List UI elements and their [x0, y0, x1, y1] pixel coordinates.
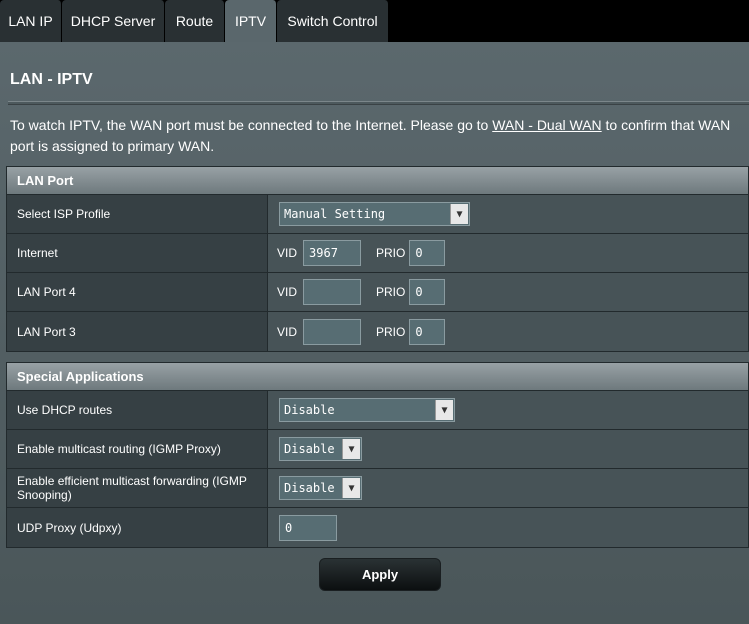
- page-description: To watch IPTV, the WAN port must be conn…: [10, 115, 740, 157]
- igmp-snooping-select[interactable]: Disable ▼: [279, 476, 362, 500]
- isp-profile-value: Manual Setting: [284, 207, 386, 221]
- vid-label: VID: [277, 285, 298, 299]
- igmp-proxy-cell: Disable ▼: [268, 430, 748, 468]
- igmp-snooping-value: Disable: [284, 481, 335, 495]
- internet-prio-input[interactable]: 0: [409, 240, 446, 266]
- lan-port-table: LAN Port Select ISP Profile Manual Setti…: [6, 166, 749, 352]
- wan-dual-wan-link[interactable]: WAN - Dual WAN: [492, 117, 601, 133]
- vid-label: VID: [277, 324, 298, 339]
- igmp-snooping-cell: Disable ▼: [268, 469, 748, 507]
- lan-port-4-label: LAN Port 4: [7, 273, 268, 311]
- content-area: LAN - IPTV To watch IPTV, the WAN port m…: [0, 42, 749, 624]
- tab-iptv[interactable]: IPTV: [225, 0, 277, 42]
- prio-label: PRIO: [376, 246, 406, 260]
- table-row: Use DHCP routes Disable ▼: [7, 391, 748, 430]
- internet-cell: VID 3967 PRIO 0: [268, 234, 748, 272]
- tab-label: IPTV: [234, 13, 267, 29]
- table-row: Enable efficient multicast forwarding (I…: [7, 469, 748, 508]
- tab-route[interactable]: Route: [165, 0, 225, 42]
- tab-label: LAN IP: [8, 13, 53, 29]
- lan-port-3-label: LAN Port 3: [7, 312, 268, 351]
- dhcp-routes-label: Use DHCP routes: [7, 391, 268, 429]
- udpxy-cell: 0: [268, 508, 748, 547]
- tab-lan-ip[interactable]: LAN IP: [0, 0, 62, 42]
- chevron-down-icon: ▼: [450, 204, 468, 224]
- special-applications-header: Special Applications: [7, 363, 748, 391]
- isp-profile-label: Select ISP Profile: [7, 195, 268, 233]
- tab-label: DHCP Server: [70, 13, 156, 29]
- tab-dhcp-server[interactable]: DHCP Server: [62, 0, 165, 42]
- title-divider: [8, 101, 749, 105]
- prio-label: PRIO: [376, 285, 406, 299]
- isp-profile-cell: Manual Setting ▼: [268, 195, 748, 233]
- igmp-snooping-label: Enable efficient multicast forwarding (I…: [7, 469, 268, 507]
- special-applications-table: Special Applications Use DHCP routes Dis…: [6, 362, 749, 548]
- table-row: Enable multicast routing (IGMP Proxy) Di…: [7, 430, 748, 469]
- tab-label: Route: [175, 13, 214, 29]
- apply-button[interactable]: Apply: [319, 558, 441, 591]
- table-row: Select ISP Profile Manual Setting ▼: [7, 195, 748, 234]
- dhcp-routes-cell: Disable ▼: [268, 391, 748, 429]
- dhcp-routes-value: Disable: [284, 403, 335, 417]
- lan-port-4-prio-input[interactable]: 0: [409, 279, 446, 305]
- table-row: Internet VID 3967 PRIO 0: [7, 234, 748, 273]
- lan-port-4-cell: VID PRIO 0: [268, 273, 748, 311]
- table-row: LAN Port 3 VID PRIO 0: [7, 312, 748, 351]
- udpxy-input[interactable]: 0: [279, 514, 337, 541]
- tab-switch-control[interactable]: Switch Control: [277, 0, 389, 42]
- igmp-proxy-value: Disable: [284, 442, 335, 456]
- lan-port-3-prio-input[interactable]: 0: [409, 318, 446, 345]
- internet-vid-input[interactable]: 3967: [303, 240, 362, 266]
- udpxy-label: UDP Proxy (Udpxy): [7, 508, 268, 547]
- chevron-down-icon: ▼: [342, 478, 360, 498]
- lan-port-4-vid-input[interactable]: [303, 279, 362, 305]
- igmp-proxy-label: Enable multicast routing (IGMP Proxy): [7, 430, 268, 468]
- table-row: LAN Port 4 VID PRIO 0: [7, 273, 748, 312]
- igmp-proxy-select[interactable]: Disable ▼: [279, 437, 362, 461]
- prio-label: PRIO: [376, 324, 406, 339]
- tab-bar: LAN IP DHCP Server Route IPTV Switch Con…: [0, 0, 749, 42]
- table-row: UDP Proxy (Udpxy) 0: [7, 508, 748, 547]
- isp-profile-select[interactable]: Manual Setting ▼: [279, 202, 470, 226]
- dhcp-routes-select[interactable]: Disable ▼: [279, 398, 455, 422]
- chevron-down-icon: ▼: [435, 400, 453, 420]
- lan-port-3-vid-input[interactable]: [303, 318, 362, 345]
- description-text: To watch IPTV, the WAN port must be conn…: [10, 117, 493, 133]
- lan-port-3-cell: VID PRIO 0: [268, 312, 748, 351]
- chevron-down-icon: ▼: [342, 439, 360, 459]
- lan-port-header: LAN Port: [7, 167, 748, 195]
- tab-label: Switch Control: [287, 13, 378, 29]
- page-title: LAN - IPTV: [10, 71, 93, 88]
- vid-label: VID: [277, 246, 298, 260]
- internet-label: Internet: [7, 234, 268, 272]
